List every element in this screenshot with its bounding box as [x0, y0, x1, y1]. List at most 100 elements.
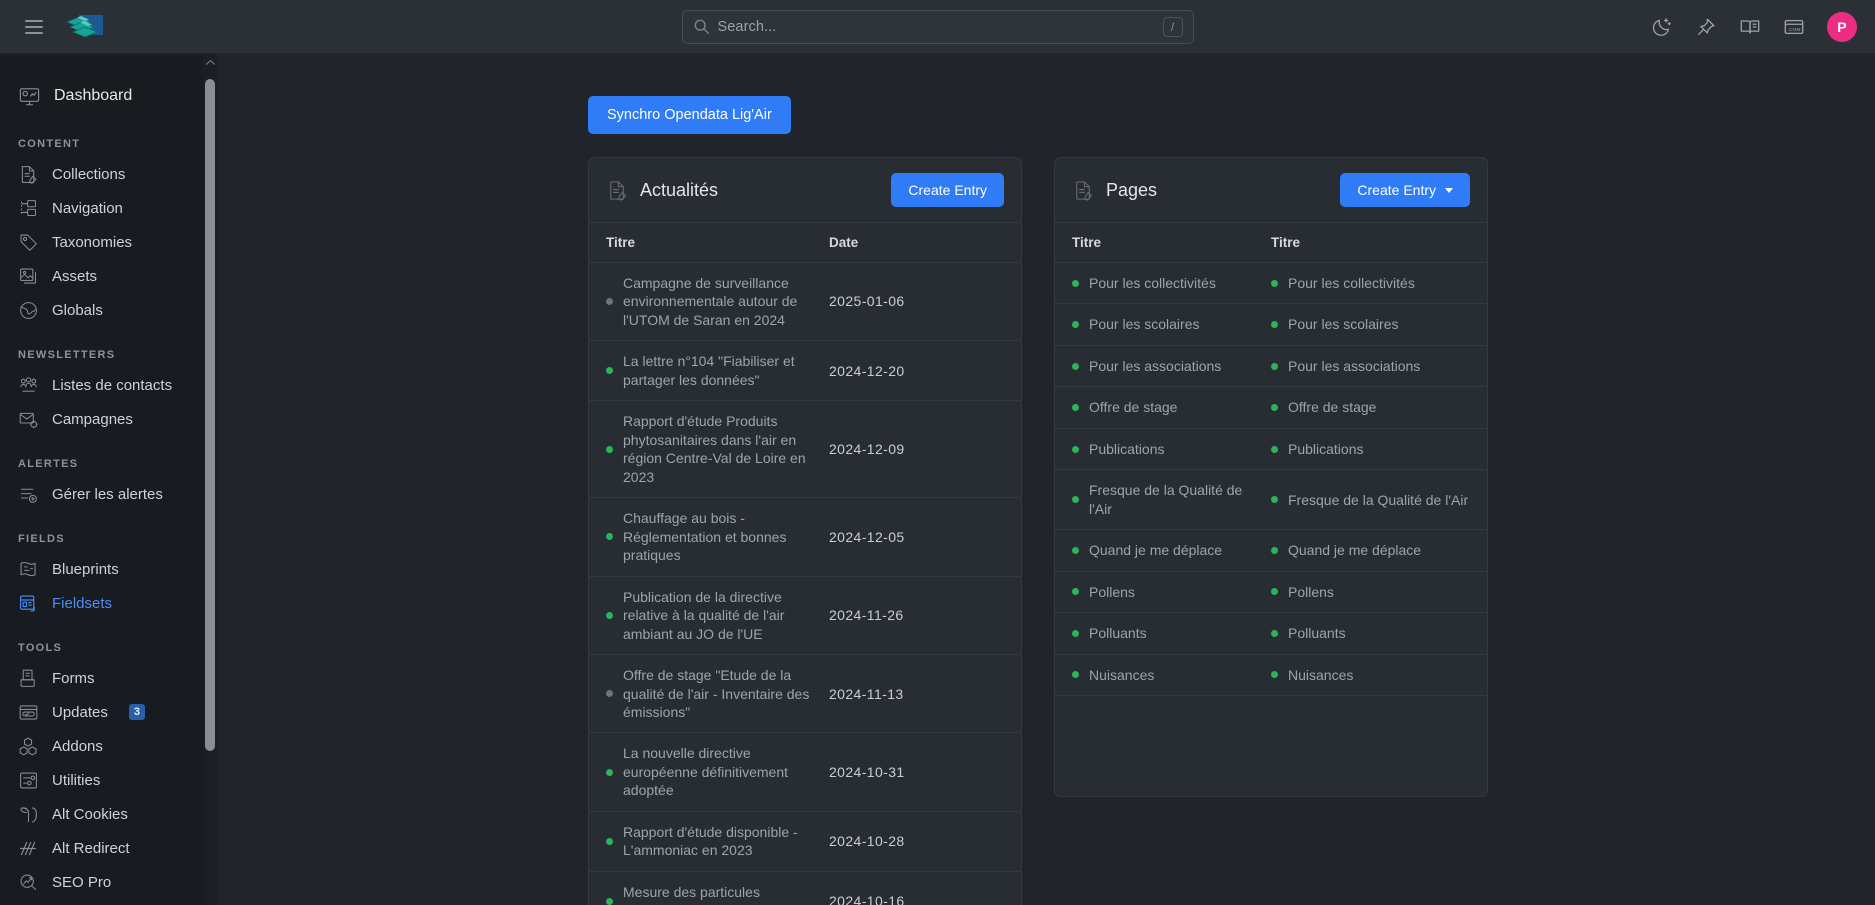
- entry-title-cell[interactable]: Rapport d'étude disponible - L'ammoniac …: [589, 811, 829, 872]
- table-head: Titre Titre: [1055, 223, 1487, 263]
- table-row[interactable]: Publications Publications: [1055, 428, 1487, 471]
- status-dot-published: [1271, 404, 1278, 412]
- sidebar-item-seo-pro[interactable]: SEO Pro: [0, 865, 217, 899]
- sidebar-item-campagnes[interactable]: Campagnes: [0, 402, 217, 436]
- sidebar-item-globals[interactable]: Globals: [0, 293, 217, 327]
- table-row[interactable]: Mesure des particules ultrafines 2024-10…: [589, 871, 1021, 905]
- sidebar-item-dashboard[interactable]: Dashboard: [0, 76, 217, 116]
- sidebar-item-taxonomies[interactable]: Taxonomies: [0, 225, 217, 259]
- sidebar-item-gerer-les-alertes[interactable]: Gérer les alertes: [0, 477, 217, 511]
- status-dot-published: [606, 533, 613, 541]
- table-row[interactable]: Pollens Pollens: [1055, 571, 1487, 614]
- entry-title-cell[interactable]: La lettre n°104 "Fiabiliser et partager …: [589, 340, 829, 402]
- entry-title-cell-2[interactable]: Polluants: [1271, 612, 1487, 655]
- sidebar-item-alt-redirect[interactable]: Alt Redirect: [0, 831, 217, 865]
- sidebar-item-navigation[interactable]: Navigation: [0, 191, 217, 225]
- entry-title-cell-2[interactable]: Publications: [1271, 428, 1487, 471]
- status-dot-published: [1072, 445, 1079, 453]
- table-row[interactable]: La nouvelle directive européenne définit…: [589, 732, 1021, 812]
- sidebar-scrollbar-thumb[interactable]: [205, 79, 215, 751]
- sidebar-item-addons[interactable]: Addons: [0, 729, 217, 763]
- sidebar-item-fieldsets[interactable]: Fieldsets: [0, 586, 217, 620]
- table-row[interactable]: Pour les scolaires Pour les scolaires: [1055, 303, 1487, 346]
- entry-title-cell[interactable]: Publication de la directive relative à l…: [589, 576, 829, 656]
- entry-title-cell-2[interactable]: Quand je me déplace: [1271, 529, 1487, 572]
- sidebar-item-label: Alt Cookies: [52, 805, 128, 823]
- sidebar-item-forms[interactable]: Forms: [0, 661, 217, 695]
- create-entry-button[interactable]: Create Entry: [1340, 173, 1470, 207]
- entry-title-cell-2[interactable]: Pour les collectivités: [1271, 262, 1487, 305]
- pin-icon[interactable]: [1695, 16, 1717, 38]
- avatar[interactable]: P: [1827, 11, 1857, 42]
- entry-title-cell[interactable]: Fresque de la Qualité de l'Air: [1055, 469, 1271, 531]
- entry-title-cell-2[interactable]: Fresque de la Qualité de l'Air: [1271, 469, 1487, 531]
- hamburger-icon[interactable]: [12, 0, 56, 54]
- entry-title-cell[interactable]: Polluants: [1055, 612, 1271, 655]
- site-dotcom-icon[interactable]: .COM: [1783, 16, 1805, 38]
- sidebar-item-utilities[interactable]: Utilities: [0, 763, 217, 797]
- table-row[interactable]: Fresque de la Qualité de l'Air Fresque d…: [1055, 469, 1487, 531]
- status-dot-published: [1271, 671, 1278, 679]
- entry-title-cell-2[interactable]: Nuisances: [1271, 654, 1487, 697]
- table-body: Campagne de surveillance environnemental…: [589, 262, 1021, 905]
- search-container: Search... /: [681, 9, 1194, 44]
- sidebar-item-blueprints[interactable]: Blueprints: [0, 552, 217, 586]
- entry-title-cell-2[interactable]: Pour les associations: [1271, 345, 1487, 388]
- sidebar-scrollbar[interactable]: [203, 54, 217, 905]
- panel-title: Pages: [1106, 179, 1158, 200]
- entry-title-cell-2[interactable]: Pour les scolaires: [1271, 303, 1487, 346]
- entry-title: Offre de stage: [1089, 399, 1178, 416]
- entry-title-cell[interactable]: Pour les associations: [1055, 345, 1271, 388]
- table-row[interactable]: Polluants Polluants: [1055, 612, 1487, 655]
- entry-title-cell[interactable]: Publications: [1055, 428, 1271, 471]
- sidebar-item-alt-cookies[interactable]: Alt Cookies: [0, 797, 217, 831]
- entry-title-cell-2[interactable]: Offre de stage: [1271, 386, 1487, 429]
- table-row[interactable]: Rapport d'étude disponible - L'ammoniac …: [589, 811, 1021, 872]
- entry-title-cell[interactable]: Rapport d'étude Produits phytosanitaires…: [589, 400, 829, 499]
- entry-title-cell[interactable]: La nouvelle directive européenne définit…: [589, 732, 829, 812]
- entry-title-cell-2[interactable]: Pollens: [1271, 571, 1487, 614]
- table-row[interactable]: Publication de la directive relative à l…: [589, 576, 1021, 656]
- sidebar-item-label: Fieldsets: [52, 594, 113, 612]
- synchro-opendata-button[interactable]: Synchro Opendata Lig'Air: [588, 96, 791, 134]
- status-dot-draft: [606, 298, 613, 306]
- entry-title-cell[interactable]: Chauffage au bois - Réglementation et bo…: [589, 497, 829, 577]
- entry-title-cell[interactable]: Pollens: [1055, 571, 1271, 614]
- entry-title-cell[interactable]: Pour les scolaires: [1055, 303, 1271, 346]
- sidebar-item-label: Dashboard: [54, 87, 133, 104]
- entry-title-cell[interactable]: Pour les collectivités: [1055, 262, 1271, 305]
- entry-title-cell[interactable]: Mesure des particules ultrafines: [589, 871, 829, 905]
- entry-title-2: Polluants: [1288, 625, 1346, 642]
- scroll-up-arrow-icon[interactable]: [203, 56, 217, 68]
- create-entry-button[interactable]: Create Entry: [891, 173, 1004, 207]
- docs-book-icon[interactable]: [1739, 16, 1761, 38]
- panel-title: Actualités: [640, 179, 719, 200]
- search-input[interactable]: Search... /: [681, 9, 1194, 44]
- entry-title-cell[interactable]: Nuisances: [1055, 654, 1271, 697]
- create-entry-label: Create Entry: [1357, 182, 1436, 198]
- alt-redirect-icon: [18, 838, 39, 859]
- entry-title: Mesure des particules ultrafines: [623, 883, 760, 905]
- entry-title-2: Nuisances: [1288, 666, 1354, 683]
- dark-mode-icon[interactable]: [1651, 16, 1673, 38]
- table-row[interactable]: Offre de stage Offre de stage: [1055, 386, 1487, 429]
- sidebar-item-collections[interactable]: Collections: [0, 157, 217, 191]
- table-row[interactable]: Campagne de surveillance environnemental…: [589, 262, 1021, 342]
- sidebar-item-listes-de-contacts[interactable]: Listes de contacts: [0, 368, 217, 402]
- sidebar-item-assets[interactable]: Assets: [0, 259, 217, 293]
- table-row[interactable]: Chauffage au bois - Réglementation et bo…: [589, 497, 1021, 577]
- table-row[interactable]: Rapport d'étude Produits phytosanitaires…: [589, 400, 1021, 499]
- entry-title-cell[interactable]: Quand je me déplace: [1055, 529, 1271, 572]
- entry-title-cell[interactable]: Offre de stage "Etude de la qualité de l…: [589, 654, 829, 734]
- table-row[interactable]: Pour les associations Pour les associati…: [1055, 345, 1487, 388]
- table-row[interactable]: Nuisances Nuisances: [1055, 654, 1487, 697]
- entry-title-cell[interactable]: Offre de stage: [1055, 386, 1271, 429]
- entry-title-cell[interactable]: Campagne de surveillance environnemental…: [589, 262, 829, 342]
- sidebar-item-updates[interactable]: Updates 3: [0, 695, 217, 729]
- table-row[interactable]: Offre de stage "Etude de la qualité de l…: [589, 654, 1021, 734]
- table-row[interactable]: Quand je me déplace Quand je me déplace: [1055, 529, 1487, 572]
- statamic-logo[interactable]: [62, 10, 108, 44]
- table-row[interactable]: La lettre n°104 "Fiabiliser et partager …: [589, 340, 1021, 402]
- table-row[interactable]: Pour les collectivités Pour les collecti…: [1055, 262, 1487, 305]
- status-dot-published: [1271, 588, 1278, 596]
